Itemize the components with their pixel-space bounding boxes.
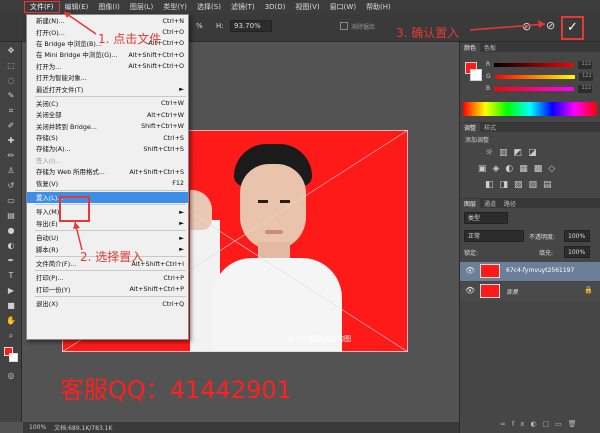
annotation-step2: 2. 选择置入 [80,250,144,264]
annotation-arrows [63,11,546,251]
annotation-step1: 1. 点击文件 [98,32,162,46]
annotation-step3: 3. 确认置入 [396,26,460,40]
photoshop-window: 文件(F) 编辑(E) 图像(I) 图层(L) 类型(Y) 选择(S) 滤镜(T… [0,0,600,433]
service-qq-watermark: 客服QQ：41442901 [60,376,292,404]
